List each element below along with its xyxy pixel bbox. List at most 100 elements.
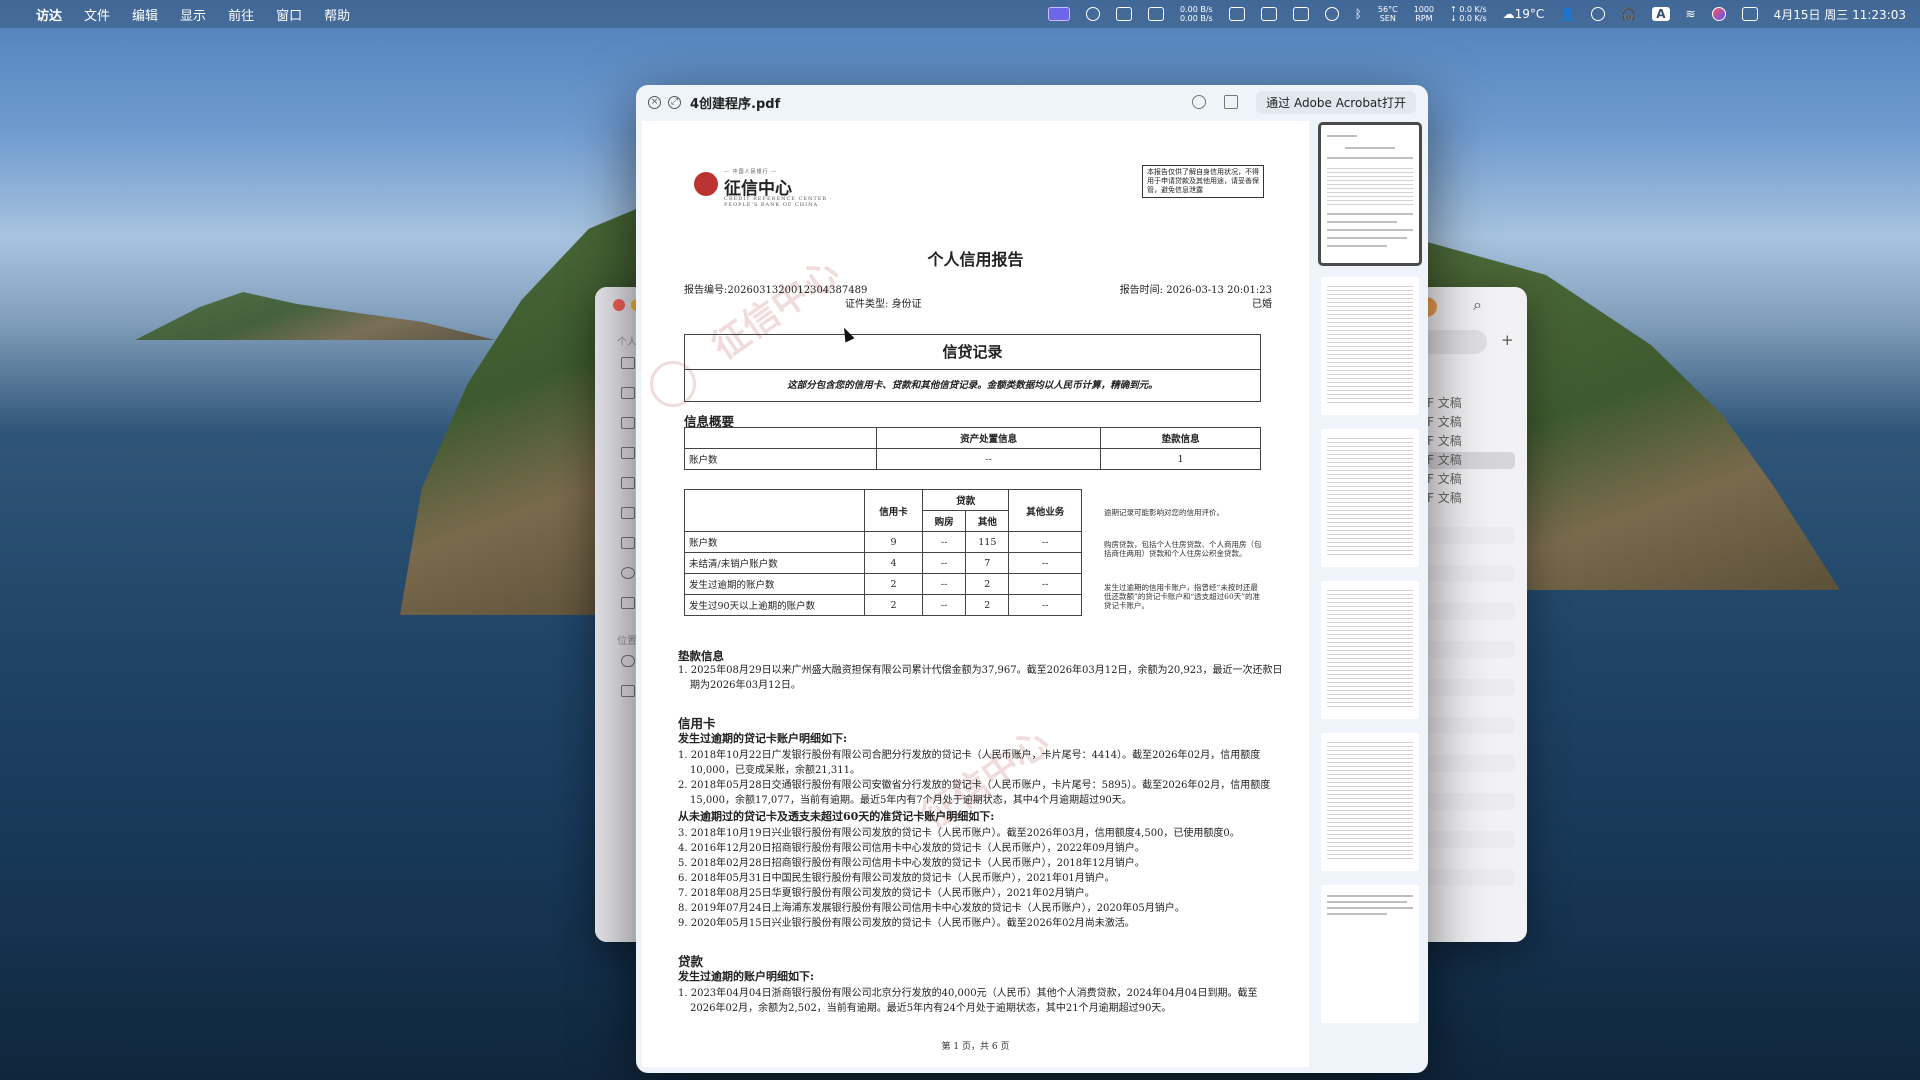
disk-speed[interactable]: ↑ 0.0 K/s ↓ 0.0 K/s [1450,5,1487,23]
thumbnail-page-6[interactable] [1321,885,1419,1023]
menu-help[interactable]: 帮助 [324,5,350,24]
close-icon[interactable] [613,299,625,311]
menu-finder[interactable]: 访达 [36,5,62,24]
open-with-acrobat-button[interactable]: 通过 Adobe Acrobat打开 [1256,90,1416,114]
menu-file[interactable]: 文件 [84,5,110,24]
markup-icon[interactable] [1192,95,1207,109]
sidebar-movies-icon[interactable] [621,477,635,489]
pdf-quicklook-window[interactable]: × ⤢ 4创建程序.pdf 通过 Adobe Acrobat打开 征信中心 征信… [636,85,1428,1073]
pdf-titlebar: × ⤢ 4创建程序.pdf 通过 Adobe Acrobat打开 [636,85,1428,119]
list-item[interactable] [1427,565,1515,582]
cc-line: 9. 2020年05月15日兴业银行股份有限公司发放的贷记卡（人民币账户）。截至… [678,918,1135,929]
menu-go[interactable]: 前往 [228,5,254,24]
list-item[interactable] [1427,831,1515,848]
vpn-icon[interactable] [1324,7,1339,21]
input-method[interactable]: A [1652,7,1670,21]
sidebar-music-icon[interactable] [621,417,635,429]
sidebar-icloud-icon[interactable] [621,655,635,667]
summary-header [684,427,877,449]
summary-header: 垫款信息 [1100,427,1261,449]
header-other: 其他 [965,510,1010,532]
advance-line: 1. 2025年08月29日以来广州盛大融资担保有限公司累计代偿金额为37,96… [678,665,1283,676]
cc-line: 10,000，已变成呆账，余额21,311。 [690,765,860,776]
summary-row-label: 账户数 [684,448,877,470]
sidebar-trash-icon[interactable] [621,685,635,697]
list-item[interactable] [1427,793,1515,810]
sidebar-folder2-icon[interactable] [621,597,635,609]
list-item[interactable] [1427,717,1515,734]
report-time: 报告时间: 2026-03-13 20:01:23 [1119,285,1272,296]
header-other-biz: 其他业务 [1008,489,1082,532]
list-item[interactable]: F 文稿 [1427,433,1515,450]
bluetooth-icon[interactable]: ᛒ [1355,7,1362,21]
siri-icon[interactable] [1711,7,1726,21]
cc-line: 6. 2018年05月31日中国民生银行股份有限公司发放的贷记卡（人民币账户），… [678,873,1115,884]
sidebar-section-personal: 个人 [617,337,637,348]
menu-window[interactable]: 窗口 [276,5,302,24]
user-icon[interactable]: 👤 [1560,7,1575,21]
sidebar-desktop-icon[interactable] [621,537,635,549]
menu-edit[interactable]: 编辑 [132,5,158,24]
clock-icon[interactable] [1591,7,1606,21]
summary-table: 资产处置信息 垫款信息 账户数 -- 1 [684,427,1261,470]
headphones-icon[interactable]: 🎧 [1621,7,1636,21]
list-item[interactable]: F 文稿 [1427,452,1515,469]
screenshot-icon[interactable] [1115,7,1132,21]
list-item[interactable] [1427,755,1515,772]
list-item[interactable] [1427,641,1515,658]
notes-icon[interactable] [1292,7,1309,21]
credit-record-box: 信贷记录 这部分包含您的信用卡、贷款和其他信贷记录。金额类数据均以人民币计算，精… [684,334,1261,402]
list-item[interactable]: F 文稿 [1427,414,1515,431]
status-area: 0.00 B/s 0.00 B/s ᛒ 56°C SEN 1000 RPM ↑ 0.0… [1047,5,1906,23]
sidebar-downloads-icon[interactable] [621,567,635,579]
side-note: 逾期记录可能影响对您的信用评价。 [1104,508,1224,517]
list-item[interactable]: F 文稿 [1427,490,1515,507]
weather[interactable]: ☁19°C [1503,7,1545,21]
advance-title: 垫款信息 [678,649,724,663]
thumbnail-page-3[interactable] [1321,429,1419,567]
side-note: 发生过逾期的信用卡账户，指曾经“未按时还最低还款额”的贷记卡账户和“透支超过60… [1104,583,1261,610]
wifi-icon[interactable]: ≋ [1686,7,1696,21]
fan-speed[interactable]: 1000 RPM [1414,5,1434,23]
side-note: 购房贷款，包括个人住房贷款、个人商用房（包括商住两用）贷款和个人住房公积金贷款。 [1104,540,1262,558]
sidebar-pictures-icon[interactable] [621,447,635,459]
control-center-icon[interactable] [1741,7,1758,21]
table-row: 未结清/未销户账户数 4 -- 7 -- [684,552,1082,574]
wallpaper-island-left [135,292,495,340]
app-icon[interactable] [1260,7,1277,21]
sidebar-docs-icon[interactable] [621,387,635,399]
user-switch-icon[interactable] [1147,7,1164,21]
list-item[interactable] [1427,527,1515,544]
cpu-temp[interactable]: 56°C SEN [1378,5,1398,23]
thumbnail-page-1[interactable] [1318,122,1422,266]
network-speed[interactable]: 0.00 B/s 0.00 B/s [1180,5,1213,23]
list-item[interactable] [1427,869,1515,886]
list-item[interactable] [1427,679,1515,696]
cc-overdue-title: 发生过逾期的贷记卡账户明细如下: [678,732,848,745]
menu-view[interactable]: 显示 [180,5,206,24]
share-icon[interactable] [1224,95,1239,109]
screen-mirror-icon[interactable] [1047,7,1070,21]
datetime[interactable]: 4月15日 周三 11:23:03 [1774,6,1906,23]
cc-line: 15,000，余额17,077，当前有逾期。最近5年内有7个月处于逾期状态，其中… [690,795,1132,806]
credit-center-logo-icon [694,172,718,196]
cc-line: 2. 2018年05月28日交通银行股份有限公司安徽省分行发放的贷记卡（人民币账… [678,780,1271,791]
thumbnail-page-4[interactable] [1321,581,1419,719]
sidebar-apps-icon[interactable] [621,357,635,369]
sidebar-folder-icon[interactable] [621,507,635,519]
search-icon[interactable]: ⌕ [1473,295,1482,315]
menu-bar: 访达 文件 编辑 显示 前往 窗口 帮助 0.00 B/s 0.00 B/s ᛒ … [0,0,1920,28]
list-item[interactable] [1427,603,1515,620]
calendar-icon[interactable] [1228,7,1245,21]
pdf-page[interactable]: 征信中心 征信中心 — 中国人民银行 — 征信中心 CREDIT REFEREN… [642,121,1309,1067]
list-item[interactable]: F 文稿 [1427,395,1515,412]
add-icon[interactable]: + [1501,331,1514,349]
thumbnail-page-5[interactable] [1321,733,1419,871]
record-icon[interactable] [1085,7,1100,21]
list-item[interactable]: F 文稿 [1427,471,1515,488]
close-icon[interactable]: × [648,95,661,109]
loan-line: 1. 2023年04月04日浙商银行股份有限公司北京分行发放的40,000元（人… [678,988,1258,999]
cc-line: 7. 2018年08月25日华夏银行股份有限公司发放的贷记卡（人民币账户），20… [678,888,1095,899]
fullscreen-icon[interactable]: ⤢ [668,95,681,109]
thumbnail-page-2[interactable] [1321,277,1419,415]
